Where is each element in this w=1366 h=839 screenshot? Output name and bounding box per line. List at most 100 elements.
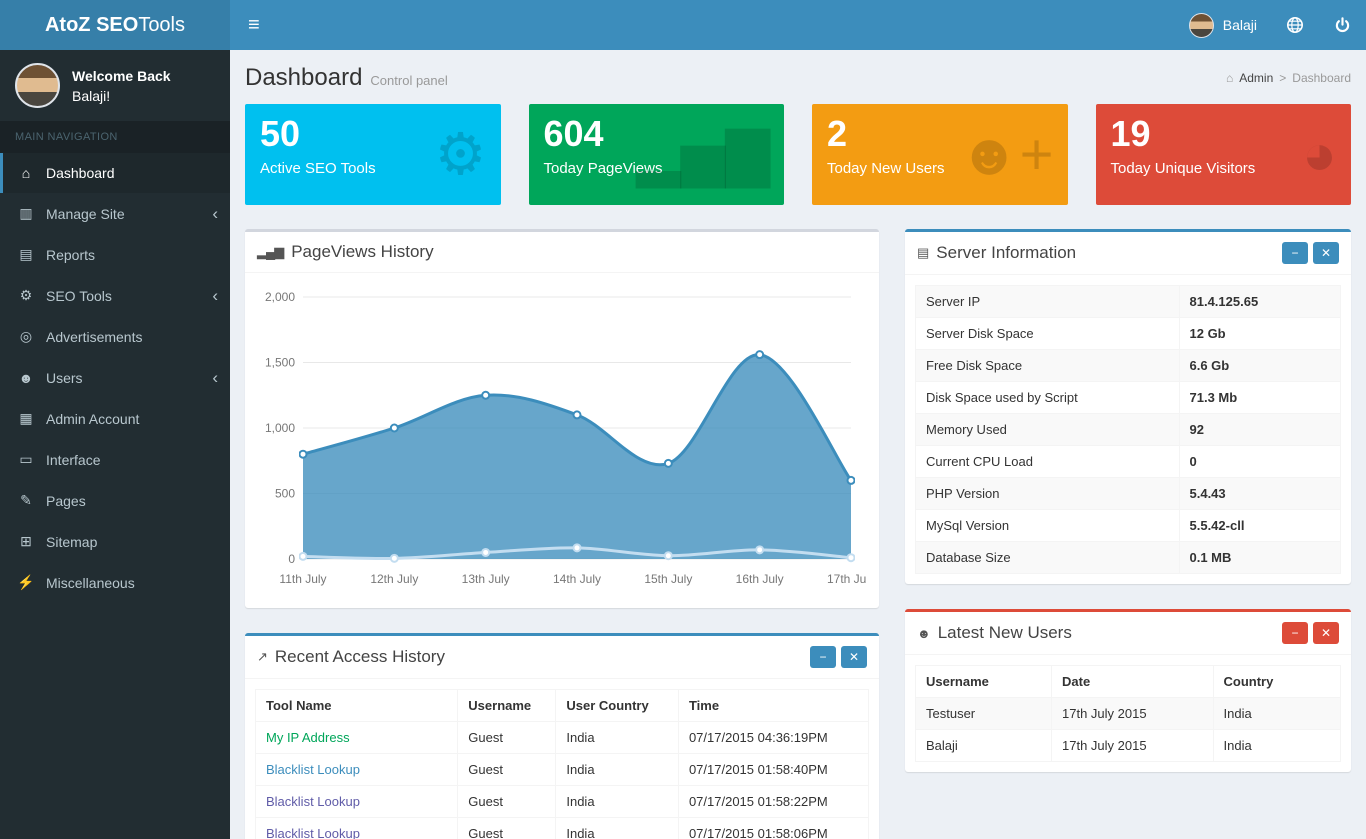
breadcrumb-current: Dashboard — [1292, 71, 1351, 85]
brand-light: Tools — [138, 14, 185, 37]
sidebar-item-label: Users — [46, 370, 83, 386]
server-info-tbody: Server IP81.4.125.65Server Disk Space12 … — [916, 286, 1341, 574]
power-icon — [1334, 17, 1351, 34]
tool-link[interactable]: Blacklist Lookup — [266, 794, 360, 809]
brand-logo[interactable]: AtoZ SEOTools — [0, 0, 230, 50]
panel-title: Server Information — [936, 243, 1076, 263]
navbar: ≡ Balaji — [230, 0, 1366, 50]
advertisements-icon: ◎ — [16, 328, 36, 345]
svg-text:11th July: 11th July — [279, 572, 326, 586]
sidebar-item-label: SEO Tools — [46, 288, 112, 304]
column-header: Tool Name — [256, 690, 458, 722]
close-button[interactable]: ✕ — [841, 646, 867, 668]
infobox-today-new-users: 2 Today New Users ☻+ — [812, 104, 1068, 205]
sidebar-item-label: Dashboard — [46, 165, 115, 181]
navbar-right: Balaji — [1175, 0, 1366, 50]
nav-section-header: MAIN NAVIGATION — [0, 121, 230, 153]
server-icon: ▤ — [917, 245, 928, 261]
table-row: Balaji17th July 2015India — [916, 730, 1341, 762]
pages-icon: ✎ — [16, 492, 36, 509]
content-body: 50 Active SEO Tools ⚙ 604 Today PageView… — [230, 104, 1366, 839]
gears-icon: ⚙ — [16, 287, 36, 304]
svg-text:2,000: 2,000 — [265, 290, 295, 304]
country-cell: India — [556, 786, 679, 818]
line-chart-icon: ↗ — [257, 649, 267, 665]
admin-account-icon: ▦ — [16, 410, 36, 427]
sidebar-item-label: Miscellaneous — [46, 575, 135, 591]
tool-link[interactable]: Blacklist Lookup — [266, 826, 360, 839]
sidebar-item-admin-account[interactable]: ▦ Admin Account — [0, 398, 230, 439]
user-menu[interactable]: Balaji — [1175, 0, 1271, 50]
server-info-row: Database Size0.1 MB — [916, 542, 1341, 574]
home-icon: ⌂ — [1226, 71, 1233, 85]
collapse-button[interactable]: − — [1282, 242, 1308, 264]
table-header-row: Username Date Country — [916, 666, 1341, 698]
table-row: Blacklist LookupGuestIndia07/17/2015 01:… — [256, 754, 869, 786]
gears-icon: ⚙ — [435, 126, 487, 184]
sidebar-item-miscellaneous[interactable]: ⚡ Miscellaneous — [0, 562, 230, 603]
column-header: User Country — [556, 690, 679, 722]
server-info-label: Current CPU Load — [916, 446, 1180, 478]
panel-title: PageViews History — [291, 242, 433, 262]
server-info-value: 0 — [1179, 446, 1341, 478]
sidebar-item-sitemap[interactable]: ⊞ Sitemap — [0, 521, 230, 562]
time-cell: 07/17/2015 01:58:40PM — [678, 754, 868, 786]
close-button[interactable]: ✕ — [1313, 242, 1339, 264]
table-row: My IP AddressGuestIndia07/17/2015 04:36:… — [256, 722, 869, 754]
sidebar-item-manage-site[interactable]: ▥ Manage Site ‹ — [0, 193, 230, 234]
date-cell: 17th July 2015 — [1052, 730, 1214, 762]
sidebar-item-advertisements[interactable]: ◎ Advertisements — [0, 316, 230, 357]
sitemap-icon: ⊞ — [16, 533, 36, 550]
username-cell: Guest — [458, 786, 556, 818]
svg-text:500: 500 — [275, 487, 295, 501]
close-button[interactable]: ✕ — [1313, 622, 1339, 644]
panel-title: Recent Access History — [275, 647, 445, 667]
sidebar-item-interface[interactable]: ▭ Interface — [0, 439, 230, 480]
server-info-label: PHP Version — [916, 478, 1180, 510]
table-row: Testuser17th July 2015India — [916, 698, 1341, 730]
chevron-left-icon: ‹ — [212, 287, 218, 304]
collapse-button[interactable]: − — [1282, 622, 1308, 644]
server-info-label: Server Disk Space — [916, 318, 1180, 350]
recent-access-panel: ↗ Recent Access History − ✕ — [245, 633, 879, 839]
sidebar-item-users[interactable]: ☻ Users ‹ — [0, 357, 230, 398]
sidebar-item-label: Admin Account — [46, 411, 139, 427]
content-header: Dashboard Control panel ⌂ Admin > Dashbo… — [230, 50, 1366, 104]
tool-link[interactable]: Blacklist Lookup — [266, 762, 360, 777]
server-info-value: 81.4.125.65 — [1179, 286, 1341, 318]
panel-tools: − ✕ — [1282, 242, 1339, 264]
panel-header: ↗ Recent Access History − ✕ — [245, 636, 879, 679]
breadcrumb-admin-link[interactable]: Admin — [1239, 71, 1273, 85]
avatar — [1189, 13, 1214, 38]
svg-text:1,500: 1,500 — [265, 356, 295, 370]
svg-text:13th July: 13th July — [462, 572, 510, 586]
panel-header: ☻ Latest New Users − ✕ — [905, 612, 1351, 655]
sidebar-item-label: Interface — [46, 452, 100, 468]
column-header: Date — [1052, 666, 1214, 698]
pie-chart-icon: ◕ — [1302, 126, 1337, 184]
sidebar-toggle-button[interactable]: ≡ — [230, 0, 278, 50]
server-info-row: Current CPU Load0 — [916, 446, 1341, 478]
sidebar-item-pages[interactable]: ✎ Pages — [0, 480, 230, 521]
globe-icon — [1286, 16, 1304, 34]
username-cell: Guest — [458, 754, 556, 786]
content-area: Dashboard Control panel ⌂ Admin > Dashbo… — [230, 50, 1366, 839]
latest-users-table: Username Date Country Testuser17th July … — [915, 665, 1341, 762]
bar-chart-icon: ▂▄▆ — [257, 244, 283, 260]
collapse-button[interactable]: − — [810, 646, 836, 668]
page-title: Dashboard Control panel — [245, 64, 448, 92]
sidebar-item-seo-tools[interactable]: ⚙ SEO Tools ‹ — [0, 275, 230, 316]
tool-name-cell: Blacklist Lookup — [256, 818, 458, 839]
username-cell: Balaji — [916, 730, 1052, 762]
language-globe-button[interactable] — [1271, 0, 1319, 50]
server-info-value: 5.5.42-cll — [1179, 510, 1341, 542]
brand-bold: AtoZ SEO — [45, 14, 138, 37]
tool-link[interactable]: My IP Address — [266, 730, 350, 745]
server-info-label: Free Disk Space — [916, 350, 1180, 382]
sidebar-item-dashboard[interactable]: ⌂ Dashboard — [0, 153, 230, 193]
table-row: Blacklist LookupGuestIndia07/17/2015 01:… — [256, 786, 869, 818]
tool-name-cell: Blacklist Lookup — [256, 754, 458, 786]
sidebar-item-reports[interactable]: ▤ Reports — [0, 234, 230, 275]
logout-button[interactable] — [1319, 0, 1366, 50]
hamburger-icon: ≡ — [248, 14, 260, 37]
